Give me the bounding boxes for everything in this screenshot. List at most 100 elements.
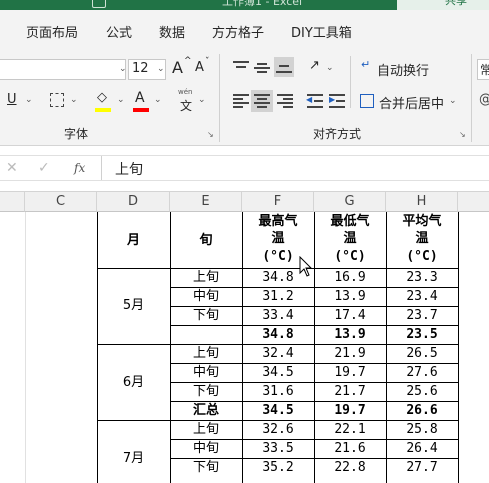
borders-icon[interactable]	[50, 93, 64, 107]
avg-temp-cell[interactable]: 26.4	[386, 440, 458, 458]
period-cell[interactable]: 中旬	[170, 364, 242, 382]
grow-font-button[interactable]: A	[172, 58, 183, 77]
font-color-dropdown-icon[interactable]: ⌄	[154, 95, 162, 105]
summary-max-cell[interactable]: 34.8	[242, 326, 314, 344]
worksheet-grid[interactable]: C D E F G H 月 旬 最高气 温 (°C) 最低气 温 (°C) 平均…	[0, 192, 489, 483]
max-temp-cell[interactable]: 33.4	[242, 307, 314, 325]
summary-avg-cell[interactable]: 26.6	[386, 402, 458, 420]
period-cell[interactable]: 上旬	[170, 269, 242, 287]
avg-temp-cell[interactable]: 23.4	[386, 288, 458, 306]
header-period[interactable]: 旬	[170, 232, 242, 250]
min-temp-cell[interactable]: 22.8	[314, 459, 386, 477]
tab-diy-toolbox[interactable]: DIY工具箱	[291, 22, 352, 41]
header-max-temp-line1[interactable]: 最高气	[242, 213, 314, 231]
enter-icon[interactable]: ✓	[38, 160, 50, 176]
column-header-h[interactable]: H	[386, 192, 458, 212]
font-color-icon[interactable]: A	[135, 90, 145, 106]
column-header-e[interactable]: E	[170, 192, 242, 212]
underline-dropdown-icon[interactable]: ⌄	[25, 95, 33, 105]
align-center-icon[interactable]	[251, 90, 273, 112]
max-temp-cell[interactable]: 34.5	[242, 364, 314, 382]
min-temp-cell[interactable]: 21.7	[314, 383, 386, 401]
shrink-font-button[interactable]: A	[195, 60, 204, 75]
summary-avg-cell[interactable]: 23.5	[386, 326, 458, 344]
summary-max-cell[interactable]: 34.5	[242, 402, 314, 420]
wrap-text-icon[interactable]: ↵	[361, 58, 370, 71]
period-cell[interactable]: 下旬	[170, 459, 242, 477]
orientation-dropdown-icon[interactable]: ⌄	[326, 63, 334, 73]
period-cell[interactable]: 中旬	[170, 440, 242, 458]
summary-min-cell[interactable]: 19.7	[314, 402, 386, 420]
tab-page-layout[interactable]: 页面布局	[26, 22, 78, 41]
increase-indent-icon[interactable]: ▶	[329, 94, 345, 108]
max-temp-cell[interactable]: 31.2	[242, 288, 314, 306]
month-cell[interactable]: 7月	[97, 450, 170, 468]
max-temp-cell[interactable]: 33.5	[242, 440, 314, 458]
bottom-align-icon[interactable]	[274, 57, 294, 77]
formula-content[interactable]: 上旬	[115, 159, 143, 179]
column-header-f[interactable]: F	[242, 192, 314, 212]
orientation-icon[interactable]: ↗	[309, 58, 320, 73]
tab-data[interactable]: 数据	[159, 22, 185, 41]
phonetic-guide-button[interactable]: 文	[180, 97, 192, 114]
font-name-dropdown-icon[interactable]: ⌄	[119, 64, 127, 74]
avg-temp-cell[interactable]: 27.7	[386, 459, 458, 477]
min-temp-cell[interactable]: 13.9	[314, 288, 386, 306]
middle-align-icon[interactable]	[254, 60, 270, 74]
summary-min-cell[interactable]: 13.9	[314, 326, 386, 344]
tab-formulas[interactable]: 公式	[106, 22, 132, 41]
merge-center-button[interactable]: 合并后居中	[379, 93, 444, 112]
avg-temp-cell[interactable]: 25.8	[386, 421, 458, 439]
phonetic-dropdown-icon[interactable]: ⌄	[198, 95, 206, 105]
borders-dropdown-icon[interactable]: ⌄	[70, 95, 78, 105]
avg-temp-cell[interactable]: 23.7	[386, 307, 458, 325]
month-cell[interactable]: 6月	[97, 374, 170, 392]
month-cell[interactable]: 5月	[97, 297, 170, 315]
underline-button[interactable]: U	[7, 92, 17, 107]
min-temp-cell[interactable]: 21.6	[314, 440, 386, 458]
max-temp-cell[interactable]: 31.6	[242, 383, 314, 401]
fill-color-icon[interactable]: ◇	[97, 90, 107, 105]
period-cell[interactable]: 上旬	[170, 345, 242, 363]
decrease-indent-icon[interactable]: ◀	[306, 94, 323, 108]
min-temp-cell[interactable]: 17.4	[314, 307, 386, 325]
max-temp-cell[interactable]: 32.6	[242, 421, 314, 439]
min-temp-cell[interactable]: 16.9	[314, 269, 386, 287]
alignment-dialog-launcher-icon[interactable]: ↘	[459, 130, 466, 139]
column-header-d[interactable]: D	[97, 192, 170, 212]
font-name-box[interactable]	[0, 59, 126, 80]
tab-fangfang[interactable]: 方方格子	[212, 22, 264, 41]
insert-function-icon[interactable]: fx	[74, 161, 85, 175]
period-cell[interactable]: 上旬	[170, 421, 242, 439]
header-min-temp-line1[interactable]: 最低气	[314, 213, 386, 231]
align-right-icon[interactable]	[277, 94, 293, 108]
align-left-icon[interactable]	[233, 94, 249, 108]
period-cell[interactable]: 中旬	[170, 288, 242, 306]
avg-temp-cell[interactable]: 26.5	[386, 345, 458, 363]
column-header-c[interactable]: C	[25, 192, 97, 212]
max-temp-cell[interactable]: 32.4	[242, 345, 314, 363]
share-button[interactable]: 共享	[397, 0, 489, 10]
save-icon[interactable]	[92, 0, 106, 8]
merge-center-icon[interactable]	[360, 94, 374, 108]
min-temp-cell[interactable]: 22.1	[314, 421, 386, 439]
avg-temp-cell[interactable]: 23.3	[386, 269, 458, 287]
period-cell[interactable]: 下旬	[170, 307, 242, 325]
column-header-next[interactable]	[458, 192, 489, 212]
period-cell[interactable]: 下旬	[170, 383, 242, 401]
header-month[interactable]: 月	[97, 232, 170, 250]
summary-label-cell[interactable]: 汇总	[170, 402, 242, 420]
avg-temp-cell[interactable]: 25.6	[386, 383, 458, 401]
wrap-text-button[interactable]: 自动换行	[377, 60, 429, 79]
fill-color-dropdown-icon[interactable]: ⌄	[117, 95, 125, 105]
cancel-icon[interactable]: ✕	[6, 160, 18, 176]
font-size-dropdown-icon[interactable]: ⌄	[157, 64, 165, 74]
min-temp-cell[interactable]: 21.9	[314, 345, 386, 363]
column-header-g[interactable]: G	[314, 192, 386, 212]
column-header-prev[interactable]	[0, 192, 25, 212]
min-temp-cell[interactable]: 19.7	[314, 364, 386, 382]
header-avg-temp-line1[interactable]: 平均气	[386, 213, 458, 231]
top-align-icon[interactable]	[233, 60, 249, 74]
max-temp-cell[interactable]: 35.2	[242, 459, 314, 477]
avg-temp-cell[interactable]: 27.6	[386, 364, 458, 382]
